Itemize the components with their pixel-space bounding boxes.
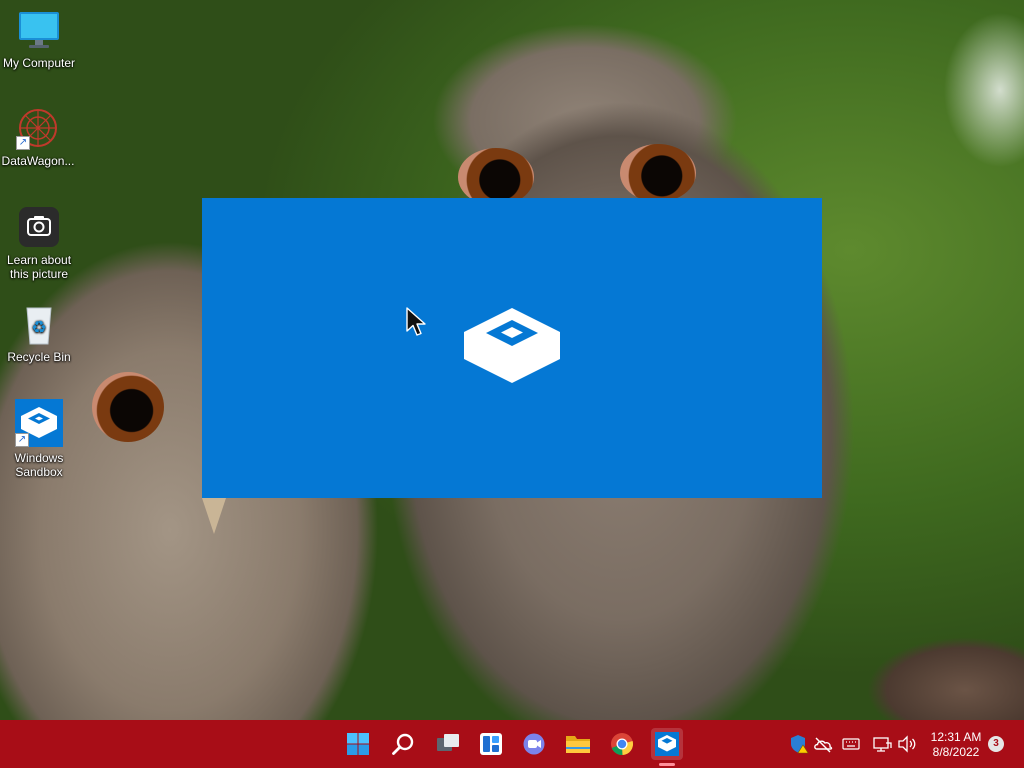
widgets-button[interactable] bbox=[475, 728, 507, 760]
active-window-indicator bbox=[659, 763, 675, 766]
taskbar bbox=[0, 720, 1024, 768]
network-icon bbox=[873, 737, 892, 752]
recycle-bin-icon: ♻ bbox=[17, 302, 61, 346]
chrome-icon bbox=[611, 733, 634, 756]
widgets-icon bbox=[480, 733, 502, 755]
owl-eye bbox=[620, 144, 696, 202]
desktop-icon-recycle-bin[interactable]: ♻ Recycle Bin bbox=[1, 302, 77, 364]
chat-button[interactable] bbox=[518, 728, 550, 760]
folder-icon bbox=[566, 736, 590, 753]
windows-sandbox-taskbar-button[interactable] bbox=[651, 728, 683, 766]
chat-icon bbox=[523, 733, 545, 755]
start-button[interactable] bbox=[342, 728, 374, 760]
desktop-icon-label: Recycle Bin bbox=[7, 350, 71, 364]
owl-eye bbox=[92, 372, 164, 442]
windows-sandbox-splash-window[interactable] bbox=[202, 198, 822, 498]
clock[interactable]: 12:31 AM 8/8/2022 bbox=[918, 730, 994, 760]
onedrive-tray-button[interactable] bbox=[813, 734, 833, 754]
volume-tray-button[interactable] bbox=[897, 734, 917, 754]
sandbox-logo-icon bbox=[464, 308, 560, 383]
owl-beak bbox=[202, 498, 226, 534]
desktop-icon-label: Learn about this picture bbox=[6, 253, 72, 281]
clock-date: 8/8/2022 bbox=[932, 745, 980, 759]
desktop-icon-learn-about-this-picture[interactable]: Learn about this picture bbox=[1, 205, 77, 281]
network-tray-button[interactable] bbox=[872, 734, 892, 754]
search-icon bbox=[392, 733, 414, 755]
task-view-button[interactable] bbox=[432, 728, 464, 760]
clock-time: 12:31 AM bbox=[930, 730, 982, 744]
camera-icon bbox=[17, 205, 61, 249]
desktop-icon-label: DataWagon... bbox=[1, 154, 75, 168]
notification-badge[interactable]: 3 bbox=[988, 736, 1004, 752]
keyboard-tray-button[interactable] bbox=[841, 734, 861, 754]
volume-icon bbox=[898, 735, 916, 753]
onedrive-icon bbox=[814, 737, 833, 753]
file-explorer-button[interactable] bbox=[562, 728, 594, 760]
security-tray-button[interactable] bbox=[789, 734, 809, 754]
desktop-icon-my-computer[interactable]: My Computer bbox=[1, 8, 77, 70]
desktop-icon-label: Windows Sandbox bbox=[14, 451, 64, 479]
mouse-cursor-icon bbox=[406, 307, 426, 336]
sandbox-icon bbox=[655, 732, 679, 756]
svg-text:♻: ♻ bbox=[31, 318, 46, 338]
keyboard-icon bbox=[842, 738, 860, 750]
chrome-button[interactable] bbox=[606, 728, 638, 760]
task-view-icon bbox=[437, 734, 459, 751]
shortcut-arrow-icon: ↗ bbox=[15, 433, 29, 447]
sandbox-icon: ↗ bbox=[15, 399, 63, 447]
desktop-icon-windows-sandbox[interactable]: ↗ Windows Sandbox bbox=[1, 399, 77, 479]
security-warning-icon bbox=[791, 735, 809, 754]
datawagon-icon: ↗ bbox=[16, 106, 60, 150]
desktop-icon-datawagon[interactable]: ↗ DataWagon... bbox=[0, 106, 76, 168]
monitor-icon bbox=[17, 8, 61, 52]
search-button[interactable] bbox=[387, 728, 419, 760]
desktop-icon-label: My Computer bbox=[2, 56, 76, 70]
shortcut-arrow-icon: ↗ bbox=[16, 136, 30, 150]
windows-logo-icon bbox=[347, 733, 369, 755]
